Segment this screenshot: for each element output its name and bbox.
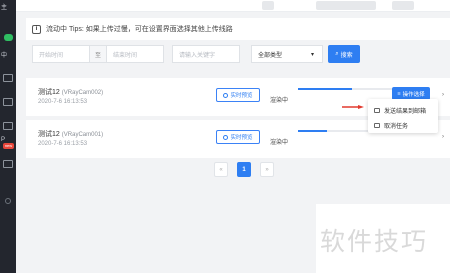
folder-icon[interactable] [3, 74, 13, 82]
arrow-icon [342, 105, 364, 109]
task-name: 测试12 [38, 89, 60, 96]
eye-icon [223, 134, 229, 140]
progress-fill [298, 88, 352, 90]
prev-page-button[interactable]: « [214, 162, 228, 177]
top-blur-1 [262, 1, 274, 10]
pagination: « 1 » [214, 162, 274, 177]
keyword-input[interactable]: 请输入关键字 [172, 45, 240, 63]
task-camera: (VRayCam002) [61, 90, 104, 96]
task-date: 2020-7-6 16:13:53 [38, 141, 88, 147]
chevron-right-icon[interactable]: › [442, 134, 444, 140]
chevron-down-icon: ▾ [310, 51, 314, 58]
sidebar: 主 中 P new [0, 0, 16, 273]
task-status: 渲染中 [270, 140, 289, 146]
info-icon: i [32, 24, 41, 34]
sidebar-item-home[interactable]: 主 [0, 2, 16, 11]
eye-icon [223, 92, 229, 98]
live-preview-label: 实时预览 [230, 135, 253, 141]
top-blur-3 [392, 1, 414, 10]
settings-icon[interactable] [3, 160, 13, 168]
tips-text: 流动中 Tips: 如果上传过慢，可在设置界面选择其他上传线路 [46, 26, 233, 33]
task-title: 测试12 (VRayCam001) [38, 129, 103, 139]
status-badge [4, 34, 13, 41]
top-bar [16, 0, 450, 12]
sidebar-item-rendering[interactable]: 中 [0, 50, 16, 59]
end-time-placeholder: 结束时间 [113, 52, 138, 59]
progress-fill [298, 130, 328, 132]
start-time-input[interactable]: 开始时间 [32, 45, 90, 63]
date-separator: 至 [90, 45, 106, 63]
tips-notice: i 流动中 Tips: 如果上传过慢，可在设置界面选择其他上传线路 [26, 18, 450, 40]
keyword-placeholder: 请输入关键字 [179, 52, 216, 59]
task-camera: (VRayCam001) [61, 132, 104, 138]
type-select[interactable]: 全部类型 ▾ [251, 45, 323, 63]
search-button[interactable]: ⌕ 搜索 [328, 45, 360, 63]
menu-icon: ≡ [397, 90, 401, 97]
top-blur-2 [316, 1, 376, 10]
end-time-input[interactable]: 结束时间 [106, 45, 164, 63]
progress-bar [298, 88, 396, 90]
live-preview-button[interactable]: 实时预览 [216, 130, 260, 144]
send-to-email-item[interactable]: 发送结果到邮箱 [374, 106, 426, 115]
search-icon: ⌕ [335, 50, 339, 57]
page-button-current[interactable]: 1 [237, 162, 251, 177]
cancel-task-item[interactable]: 取消任务 [374, 121, 408, 130]
mail-icon [374, 108, 380, 113]
start-time-placeholder: 开始时间 [39, 52, 64, 59]
document-icon[interactable] [3, 98, 13, 106]
cancel-task-label: 取消任务 [384, 124, 409, 130]
live-preview-button[interactable]: 实时预览 [216, 88, 260, 102]
new-badge: new [3, 143, 14, 149]
help-icon[interactable] [5, 198, 11, 204]
send-to-email-label: 发送结果到邮箱 [384, 109, 427, 115]
upload-icon[interactable] [3, 122, 13, 130]
trash-icon [374, 123, 380, 128]
next-page-button[interactable]: » [260, 162, 274, 177]
operations-label: 操作选择 [402, 91, 425, 98]
chevron-right-icon[interactable]: › [442, 92, 444, 98]
task-date: 2020-7-6 16:13:53 [38, 99, 88, 105]
live-preview-label: 实时预览 [230, 93, 253, 99]
task-name: 测试12 [38, 131, 60, 138]
task-title: 测试12 (VRayCam002) [38, 87, 103, 97]
watermark-text: 软件技巧 [320, 227, 429, 256]
search-button-label: 搜索 [340, 52, 353, 59]
operations-dropdown: 发送结果到邮箱 取消任务 [368, 99, 438, 133]
task-status: 渲染中 [270, 98, 289, 104]
type-select-value: 全部类型 [258, 52, 283, 59]
